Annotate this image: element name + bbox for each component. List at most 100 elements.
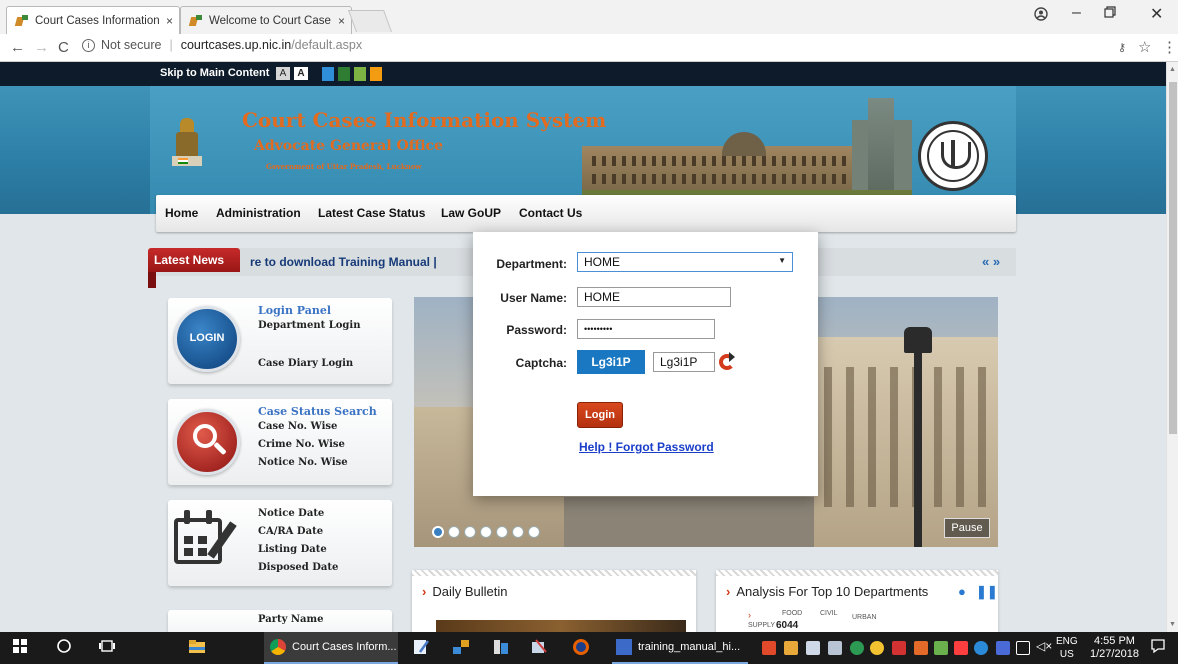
login-button[interactable]: Login [577,402,623,428]
tray-app-icon[interactable] [850,641,864,655]
ca-ra-date-link[interactable]: CA/RA Date [258,526,323,537]
slider-dot[interactable] [464,526,476,538]
reload-icon[interactable]: C [58,39,69,56]
stat-food: FOOD [782,610,803,617]
captcha-image: Lg3i1P [577,350,645,374]
scroll-up-icon[interactable]: ▲ [1169,66,1176,73]
theme-green-swatch[interactable] [338,67,350,81]
news-ticker-text[interactable]: re to download Training Manual | [250,255,437,269]
crime-no-wise-link[interactable]: Crime No. Wise [258,439,345,450]
maximize-icon[interactable] [1104,5,1116,23]
tray-app-icon[interactable] [934,641,948,655]
info-icon[interactable]: i [82,38,95,52]
login-icon[interactable]: LOGIN [174,306,240,372]
notice-date-link[interactable]: Notice Date [258,508,324,519]
news-nav-arrows[interactable]: « » [982,254,1000,269]
minimize-icon[interactable]: – [1072,4,1081,22]
tab-court-cases-information[interactable]: Court Cases Information × [6,6,180,34]
app-icon-4[interactable] [530,638,550,658]
taskbar-clock[interactable]: 4:55 PM 1/27/2018 [1090,635,1139,661]
close-tab-icon[interactable]: × [338,14,345,28]
forgot-password-link[interactable]: Help ! Forgot Password [579,440,714,454]
volume-icon[interactable]: ◁× [1036,639,1052,653]
theme-blue-swatch[interactable] [322,67,334,81]
nav-home[interactable]: Home [165,206,198,220]
department-select[interactable]: HOME ▼ [577,252,793,272]
scrollbar-thumb[interactable] [1169,82,1177,434]
task-view-icon[interactable] [98,638,118,658]
slider-dot[interactable] [512,526,524,538]
notifications-icon[interactable] [1150,638,1170,658]
font-large-button[interactable]: A [294,67,308,80]
taskbar-chrome-court-cases[interactable]: Court Cases Inform... [264,632,398,664]
nav-law-goup[interactable]: Law GoUP [441,206,501,220]
page-viewport: Skip to Main Content A A Court Cases Inf… [0,62,1166,632]
refresh-captcha-icon[interactable] [717,352,739,372]
calendar-edit-icon[interactable] [174,510,237,570]
tray-app-icon[interactable] [996,641,1010,655]
tray-app-icon[interactable] [892,641,906,655]
password-label: Password: [506,323,567,337]
scroll-down-icon[interactable]: ▼ [1169,621,1176,628]
department-login-link[interactable]: Department Login [258,320,360,331]
url-field[interactable]: i Not secure | courtcases.up.nic.in /def… [82,38,362,52]
font-small-button[interactable]: A [276,67,290,80]
captcha-input[interactable] [653,352,715,372]
nav-contact-us[interactable]: Contact Us [519,206,582,220]
tab-welcome-court-case[interactable]: Welcome to Court Case × [180,6,352,34]
tray-app-icon[interactable] [806,641,820,655]
page-scrollbar[interactable]: ▲ ▼ [1166,62,1178,632]
tray-app-icon[interactable] [954,641,968,655]
close-tab-icon[interactable]: × [166,14,173,28]
tray-cloud-icon[interactable] [828,641,842,655]
tray-app-icon[interactable] [914,641,928,655]
slider-dot[interactable] [496,526,508,538]
windows-start-icon[interactable] [12,638,32,658]
url-separator: | [169,38,173,52]
key-icon[interactable]: ⚷ [1118,41,1126,54]
case-diary-login-link[interactable]: Case Diary Login [258,358,353,369]
app-icon-3[interactable] [492,638,512,658]
new-tab-button[interactable] [347,10,393,32]
language-indicator[interactable]: ENG US [1056,635,1078,661]
slider-dot[interactable] [448,526,460,538]
chevron-down-icon: ▼ [778,256,786,265]
search-icon[interactable] [174,409,240,475]
nav-latest-case-status[interactable]: Latest Case Status [318,206,425,220]
disposed-date-link[interactable]: Disposed Date [258,562,338,573]
menu-dots-icon[interactable]: ⋮ [1162,38,1177,56]
pause-icon[interactable]: ❚❚ [976,584,998,600]
back-icon[interactable]: ← [10,39,25,56]
slider-dot[interactable] [432,526,444,538]
bookmark-star-icon[interactable]: ☆ [1138,38,1151,56]
tray-app-icon[interactable] [974,641,988,655]
nav-administration[interactable]: Administration [216,206,301,220]
profile-icon[interactable] [1034,7,1048,26]
skip-to-main-link[interactable]: Skip to Main Content [160,67,269,79]
cortana-search-icon[interactable] [56,638,76,658]
tray-app-icon[interactable] [870,641,884,655]
notice-no-wise-link[interactable]: Notice No. Wise [258,457,348,468]
case-no-wise-link[interactable]: Case No. Wise [258,421,337,432]
firefox-icon[interactable] [572,638,592,658]
play-icon[interactable]: ● [958,584,966,599]
username-field[interactable] [577,287,731,307]
party-name-link[interactable]: Party Name [258,614,323,625]
close-window-icon[interactable]: ✕ [1150,4,1163,24]
theme-lightgreen-swatch[interactable] [354,67,366,81]
taskbar-training-manual[interactable]: training_manual_hi... [612,632,748,664]
file-explorer-icon[interactable] [188,638,208,658]
network-app-icon[interactable] [452,638,472,658]
forward-icon[interactable]: → [34,39,49,56]
theme-orange-swatch[interactable] [370,67,382,81]
listing-date-link[interactable]: Listing Date [258,544,327,555]
notepad-icon[interactable] [412,638,432,658]
tray-app-icon[interactable] [784,641,798,655]
daily-bulletin-title[interactable]: Daily Bulletin [432,584,507,599]
slider-dot[interactable] [480,526,492,538]
tray-app-icon[interactable] [762,641,776,655]
slider-pause-button[interactable]: Pause [944,518,990,538]
tray-network-icon[interactable] [1016,641,1030,655]
slider-dot[interactable] [528,526,540,538]
password-field[interactable] [577,319,715,339]
